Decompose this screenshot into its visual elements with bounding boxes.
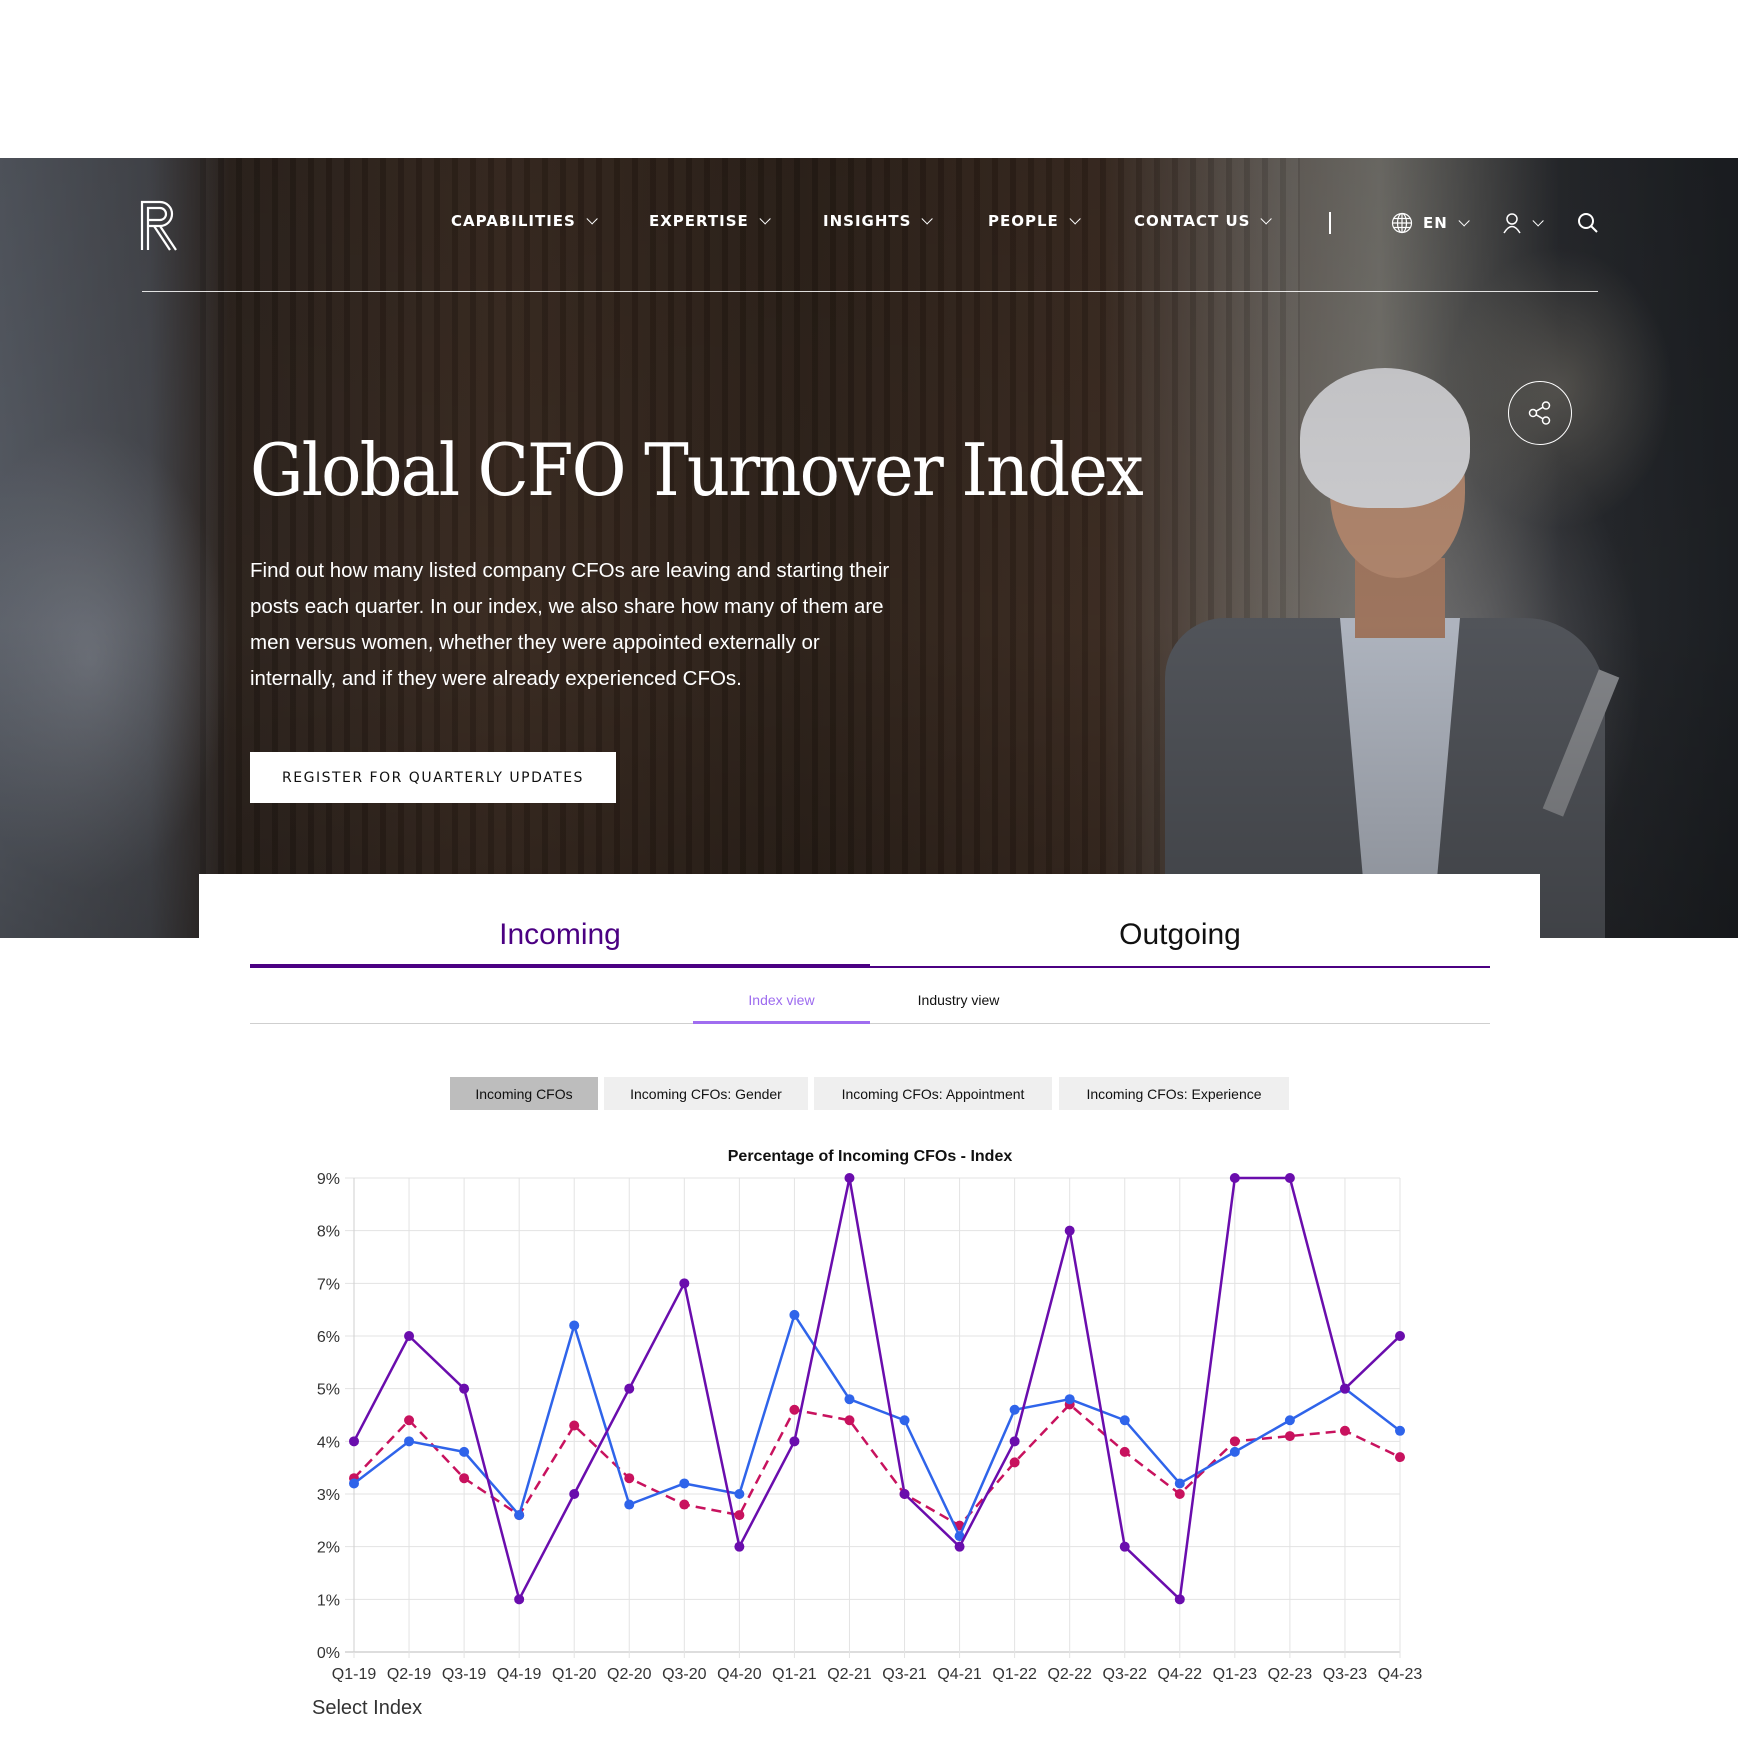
nav-capabilities-label: CAPABILITIES — [451, 212, 576, 230]
pill-incoming-cfos-appointment[interactable]: Incoming CFOs: Appointment — [814, 1077, 1052, 1110]
subtab-index-view[interactable]: Index view — [693, 992, 870, 1022]
search-button[interactable] — [1577, 212, 1599, 234]
share-button[interactable] — [1508, 381, 1572, 445]
language-selector[interactable]: EN — [1391, 212, 1470, 234]
select-index-label: Select Index — [312, 1697, 423, 1719]
subtab-index-view-indicator — [693, 1021, 870, 1024]
register-updates-button[interactable]: REGISTER FOR QUARTERLY UPDATES — [250, 752, 616, 803]
nav-contact-us-label: CONTACT US — [1134, 212, 1251, 230]
pill-incoming-cfos-experience[interactable]: Incoming CFOs: Experience — [1059, 1077, 1289, 1110]
user-icon — [1503, 213, 1521, 234]
language-label: EN — [1423, 214, 1448, 232]
hero-banner — [0, 158, 1738, 938]
nav-contact-us[interactable]: CONTACT US — [1134, 212, 1273, 230]
hero-description: Find out how many listed company CFOs ar… — [250, 559, 890, 690]
account-menu[interactable] — [1502, 212, 1544, 234]
nav-expertise[interactable]: EXPERTISE — [649, 212, 771, 230]
globe-icon — [1391, 212, 1413, 234]
nav-capabilities[interactable]: CAPABILITIES — [451, 212, 598, 230]
search-icon — [1578, 213, 1598, 233]
tab-outgoing-underline — [870, 966, 1490, 968]
nav-insights[interactable]: INSIGHTS — [823, 212, 934, 230]
nav-insights-label: INSIGHTS — [823, 212, 912, 230]
index-panel: Incoming Outgoing Index view Industry vi… — [199, 874, 1540, 1738]
subtab-industry-view[interactable]: Industry view — [870, 992, 1047, 1022]
pill-incoming-cfos-gender[interactable]: Incoming CFOs: Gender — [604, 1077, 808, 1110]
logo-r-icon — [140, 200, 177, 251]
header-divider — [142, 291, 1598, 292]
hero-overlay — [0, 158, 1738, 938]
tab-incoming-indicator — [250, 964, 870, 968]
pill-incoming-cfos[interactable]: Incoming CFOs — [450, 1077, 598, 1110]
nav-people[interactable]: PEOPLE — [988, 212, 1081, 230]
share-icon — [1528, 401, 1551, 425]
nav-divider — [1329, 212, 1331, 234]
subtab-divider — [250, 1023, 1490, 1024]
nav-expertise-label: EXPERTISE — [649, 212, 749, 230]
logo[interactable] — [140, 200, 180, 252]
nav-people-label: PEOPLE — [988, 212, 1059, 230]
page-title: Global CFO Turnover Index — [250, 428, 1144, 512]
